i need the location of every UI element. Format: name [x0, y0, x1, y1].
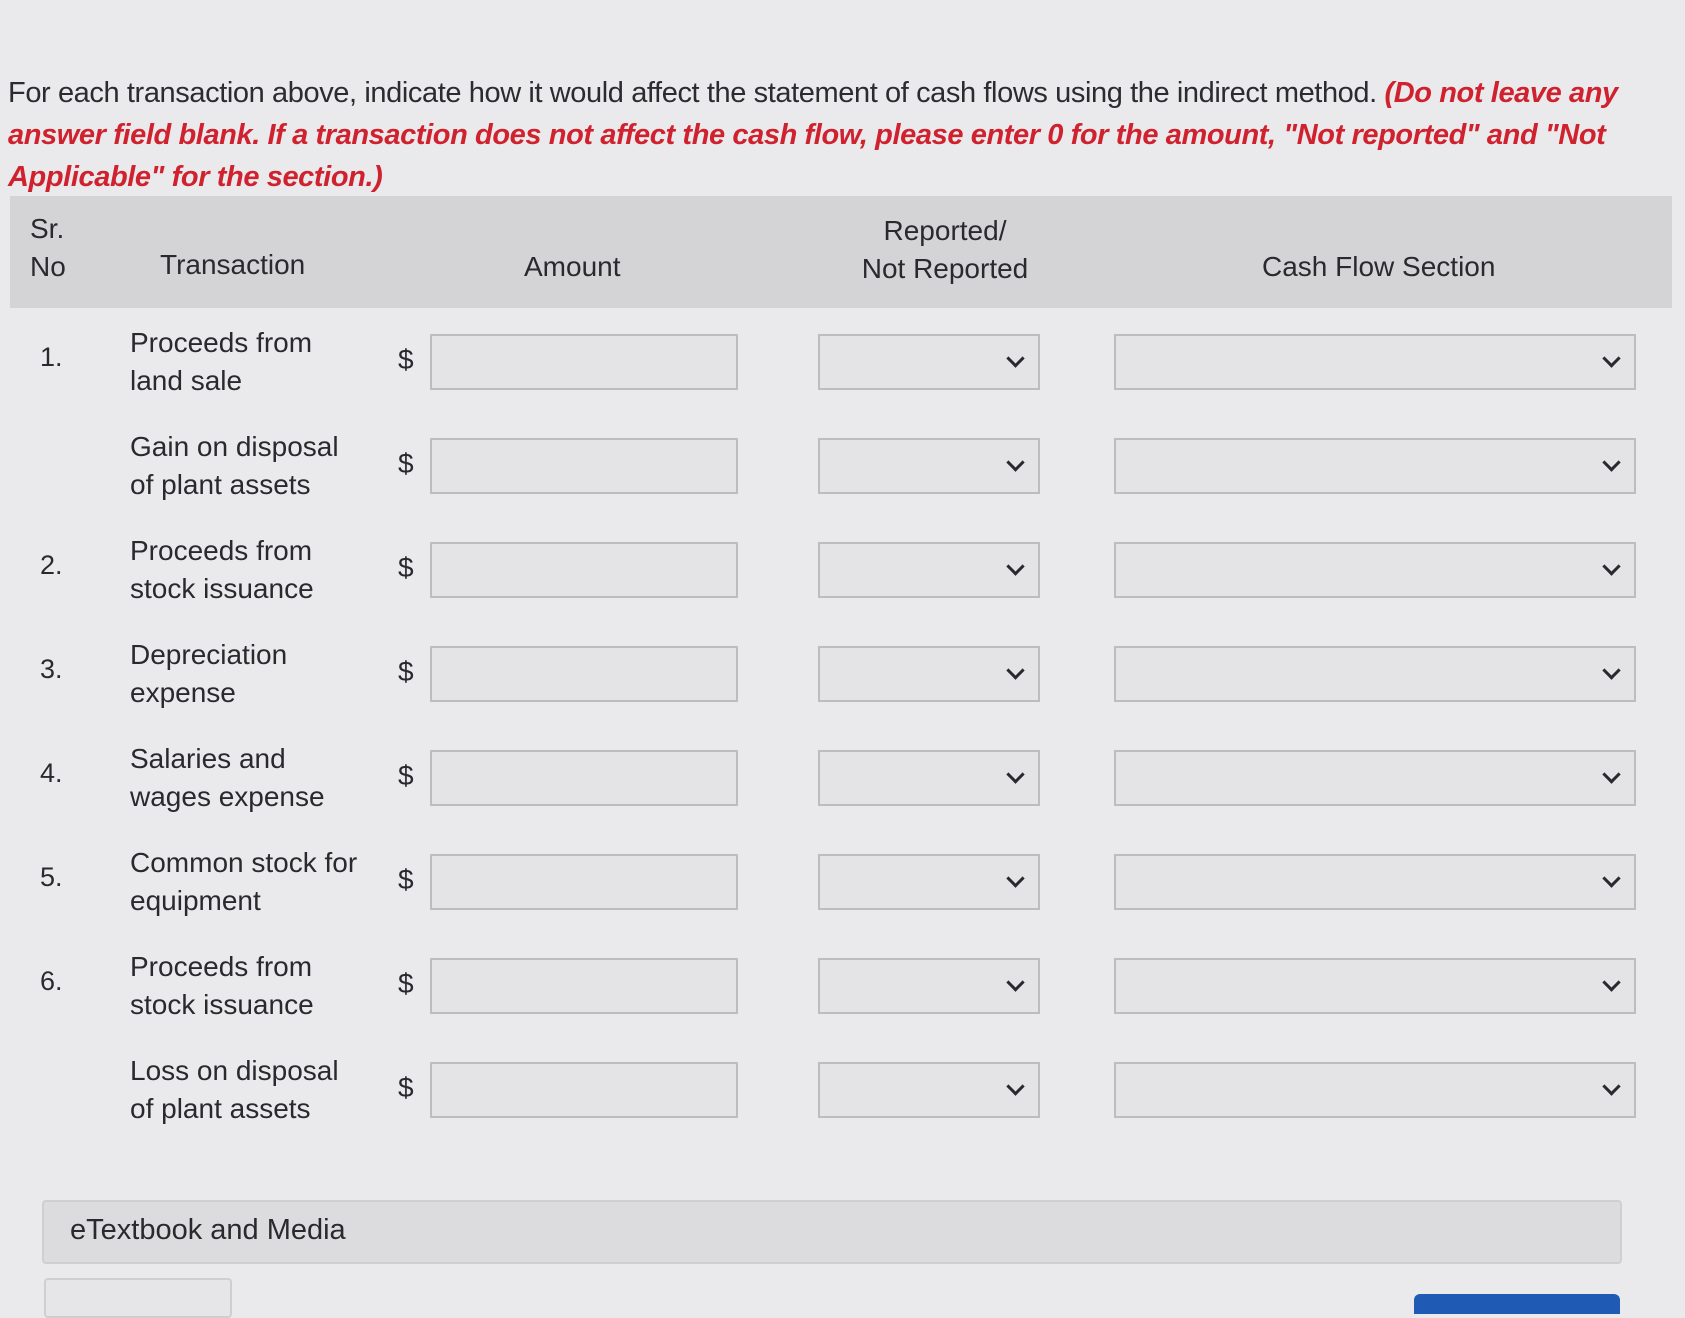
- amount-input[interactable]: [430, 646, 738, 702]
- currency-symbol: $: [398, 552, 414, 583]
- chevron-down-icon: [1602, 1077, 1621, 1096]
- cash-flow-table: Sr. No Transaction Amount Reported/ Not …: [10, 196, 1672, 1168]
- chevron-down-icon: [1006, 973, 1025, 992]
- amount-input[interactable]: [430, 542, 738, 598]
- amount-input[interactable]: [430, 854, 738, 910]
- cash-flow-section-select[interactable]: [1114, 334, 1636, 390]
- row-sr-no: 6.: [40, 966, 63, 996]
- reported-select[interactable]: [818, 750, 1040, 806]
- header-cash-flow-section: Cash Flow Section: [1262, 251, 1496, 282]
- header-reported: Reported/ Not Reported: [840, 212, 1050, 288]
- header-sr-no-line2: No: [30, 251, 66, 282]
- cash-flow-section-select[interactable]: [1114, 854, 1636, 910]
- table-row: Gain on disposal of plant assets $: [10, 412, 1672, 516]
- amount-input[interactable]: [430, 438, 738, 494]
- reported-select[interactable]: [818, 854, 1040, 910]
- table-row: 4. Salaries and wages expense $: [10, 724, 1672, 828]
- cash-flow-section-select[interactable]: [1114, 646, 1636, 702]
- currency-symbol: $: [398, 344, 414, 375]
- chevron-down-icon: [1006, 557, 1025, 576]
- table-header: Sr. No Transaction Amount Reported/ Not …: [10, 196, 1672, 308]
- table-row: 5. Common stock for equipment $: [10, 828, 1672, 932]
- reported-select[interactable]: [818, 646, 1040, 702]
- chevron-down-icon: [1006, 765, 1025, 784]
- chevron-down-icon: [1602, 557, 1621, 576]
- chevron-down-icon: [1006, 661, 1025, 680]
- currency-symbol: $: [398, 448, 414, 479]
- etextbook-media-label: eTextbook and Media: [70, 1214, 346, 1246]
- cash-flow-section-select[interactable]: [1114, 1062, 1636, 1118]
- amount-input[interactable]: [430, 750, 738, 806]
- chevron-down-icon: [1602, 349, 1621, 368]
- table-row: Loss on disposal of plant assets $: [10, 1036, 1672, 1140]
- cash-flow-section-select[interactable]: [1114, 750, 1636, 806]
- instructions: For each transaction above, indicate how…: [8, 72, 1678, 198]
- row-sr-no: 3.: [40, 654, 63, 684]
- row-transaction: Depreciation expense: [130, 639, 288, 708]
- row-transaction: Salaries and wages expense: [130, 743, 325, 812]
- amount-input[interactable]: [430, 1062, 738, 1118]
- row-sr-no: 4.: [40, 758, 63, 788]
- amount-input[interactable]: [430, 958, 738, 1014]
- table-row: 3. Depreciation expense $: [10, 620, 1672, 724]
- amount-input[interactable]: [430, 334, 738, 390]
- chevron-down-icon: [1006, 453, 1025, 472]
- cash-flow-section-select[interactable]: [1114, 542, 1636, 598]
- instructions-text: For each transaction above, indicate how…: [8, 77, 1385, 109]
- row-transaction: Loss on disposal of plant assets: [130, 1055, 339, 1124]
- cash-flow-section-select[interactable]: [1114, 438, 1636, 494]
- cash-flow-section-select[interactable]: [1114, 958, 1636, 1014]
- header-reported-line1: Reported/: [883, 215, 1007, 246]
- row-sr-no: 2.: [40, 550, 63, 580]
- reported-select[interactable]: [818, 334, 1040, 390]
- table-row: 2. Proceeds from stock issuance $: [10, 516, 1672, 620]
- chevron-down-icon: [1602, 765, 1621, 784]
- table-body: 1. Proceeds from land sale $ Gain on dis…: [10, 308, 1672, 1168]
- chevron-down-icon: [1602, 973, 1621, 992]
- currency-symbol: $: [398, 968, 414, 999]
- header-transaction: Transaction: [160, 249, 306, 280]
- header-reported-line2: Not Reported: [861, 253, 1029, 284]
- header-amount: Amount: [524, 251, 621, 282]
- submit-answer-button[interactable]: [1414, 1294, 1620, 1314]
- row-transaction: Proceeds from land sale: [130, 327, 313, 396]
- reported-select[interactable]: [818, 542, 1040, 598]
- row-transaction: Proceeds from stock issuance: [130, 951, 314, 1020]
- table-row: 6. Proceeds from stock issuance $: [10, 932, 1672, 1036]
- table-row: 1. Proceeds from land sale $: [10, 308, 1672, 412]
- currency-symbol: $: [398, 760, 414, 791]
- save-for-later-button[interactable]: [44, 1278, 232, 1318]
- reported-select[interactable]: [818, 958, 1040, 1014]
- currency-symbol: $: [398, 656, 414, 687]
- reported-select[interactable]: [818, 438, 1040, 494]
- currency-symbol: $: [398, 1072, 414, 1103]
- row-transaction: Common stock for equipment: [130, 847, 358, 916]
- chevron-down-icon: [1006, 869, 1025, 888]
- row-transaction: Gain on disposal of plant assets: [130, 431, 339, 500]
- chevron-down-icon: [1602, 453, 1621, 472]
- etextbook-media-panel[interactable]: eTextbook and Media: [42, 1200, 1622, 1264]
- chevron-down-icon: [1602, 661, 1621, 680]
- row-transaction: Proceeds from stock issuance: [130, 535, 314, 604]
- chevron-down-icon: [1006, 1077, 1025, 1096]
- row-sr-no: 5.: [40, 862, 63, 892]
- reported-select[interactable]: [818, 1062, 1040, 1118]
- chevron-down-icon: [1602, 869, 1621, 888]
- row-sr-no: 1.: [40, 342, 63, 372]
- currency-symbol: $: [398, 864, 414, 895]
- header-sr-no: Sr. No: [30, 210, 90, 286]
- header-sr-no-line1: Sr.: [30, 213, 65, 244]
- chevron-down-icon: [1006, 349, 1025, 368]
